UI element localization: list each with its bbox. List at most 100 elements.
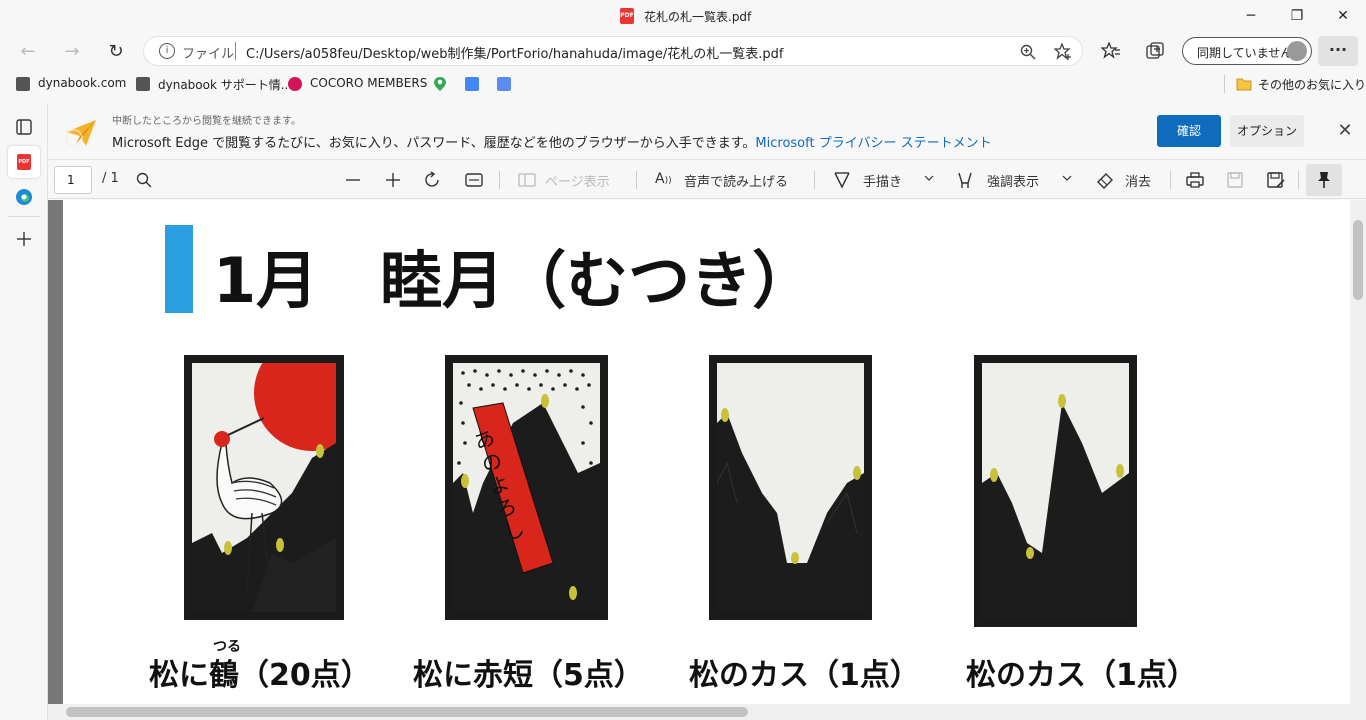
- edge-icon[interactable]: [15, 188, 33, 206]
- favorites-bar: dynabook.com dynabook サポート情... COCORO ME…: [0, 70, 1366, 98]
- tab-pdf-active[interactable]: PDF: [8, 146, 40, 178]
- rotate-icon[interactable]: [424, 171, 442, 189]
- cocoro-icon: [288, 77, 302, 91]
- heading-accent-bar: [165, 225, 193, 313]
- address-url[interactable]: C:/Users/a058feu/Desktop/web制作集/PortFori…: [246, 43, 783, 62]
- sidebar-divider: [8, 216, 40, 217]
- pdf-page: 1月 睦月（むつき） あのよろし つる 松に鶴（20点） 松に赤短（5点） 松の…: [63, 200, 1350, 704]
- dynabook-support-icon: [136, 77, 150, 91]
- tab-actions-icon[interactable]: [15, 118, 33, 136]
- search-icon[interactable]: [136, 172, 152, 188]
- zoom-icon[interactable]: [1020, 44, 1036, 60]
- settings-more-button[interactable]: ···: [1318, 36, 1358, 66]
- card-red-ribbon: あのよろし: [445, 355, 608, 620]
- info-main-message: Microsoft Edge で閲覧するたびに、お気に入り、パスワード、履歴など…: [112, 136, 756, 151]
- folder-icon: [1236, 78, 1252, 91]
- address-scheme: ファイル: [182, 47, 235, 62]
- toolbar-divider: [499, 171, 500, 189]
- sync-label: 同期していません: [1197, 46, 1293, 60]
- forward-button[interactable]: →: [58, 38, 86, 66]
- horizontal-scroll-thumb[interactable]: [66, 707, 748, 717]
- zoom-in-icon[interactable]: [385, 172, 401, 188]
- read-aloud-icon: A)): [655, 171, 672, 187]
- info-icon[interactable]: i: [159, 43, 175, 59]
- other-favorites[interactable]: その他のお気に入り: [1258, 76, 1366, 93]
- save-icon[interactable]: [1227, 171, 1243, 189]
- close-infobar-icon[interactable]: ✕: [1334, 120, 1356, 142]
- toolbar-divider: [636, 171, 637, 189]
- zoom-out-icon[interactable]: [345, 173, 361, 187]
- vertical-scroll-thumb[interactable]: [1353, 220, 1363, 300]
- reload-button[interactable]: ↻: [102, 38, 130, 66]
- card-ribbon-image: あのよろし: [453, 363, 600, 612]
- page-heading: 1月 睦月（むつき）: [213, 244, 815, 317]
- window-title: 花札の札一覧表.pdf: [644, 10, 752, 24]
- draw-icon: [834, 172, 850, 189]
- page-view-button[interactable]: ページ表示: [545, 171, 610, 190]
- minimize-button[interactable]: ─: [1228, 0, 1274, 32]
- toolbar-divider: [1170, 171, 1171, 189]
- favorite-cocoro-members[interactable]: COCORO MEMBERS: [310, 76, 427, 90]
- confirm-button[interactable]: 確認: [1157, 115, 1221, 147]
- vertical-scrollbar[interactable]: [1350, 200, 1366, 720]
- card-name-crane: 松に鶴（20点）: [149, 658, 371, 693]
- close-window-button[interactable]: ✕: [1320, 0, 1366, 32]
- toolbar-divider: [814, 171, 815, 189]
- page-view-icon: [518, 173, 536, 187]
- address-divider: [235, 42, 236, 60]
- card-name-ribbon: 松に赤短（5点）: [413, 658, 644, 693]
- back-button[interactable]: ←: [14, 38, 42, 66]
- title-bar: PDF 花札の札一覧表.pdf ─ ❐ ✕: [0, 0, 1366, 32]
- google-translate-icon[interactable]: [497, 77, 511, 91]
- new-tab-plus-icon[interactable]: [15, 230, 33, 248]
- collections-icon[interactable]: [1145, 41, 1165, 61]
- read-aloud-button[interactable]: 音声で読み上げる: [684, 171, 788, 190]
- page-total: / 1: [102, 171, 119, 186]
- save-as-icon[interactable]: [1267, 171, 1285, 189]
- erase-button[interactable]: 消去: [1125, 171, 1151, 190]
- draw-button[interactable]: 手描き: [863, 171, 902, 190]
- pdf-toolbar: 1 / 1 ページ表示 A)) 音声で読み上げる 手描き 強調表示 消去: [48, 161, 1366, 199]
- card-name-plain-2: 松のカス（1点）: [966, 658, 1197, 693]
- pdf-tab-icon: PDF: [17, 154, 31, 170]
- draw-chevron-down-icon[interactable]: [924, 175, 934, 183]
- google-slides-icon[interactable]: [465, 77, 479, 91]
- print-icon[interactable]: [1186, 171, 1204, 189]
- pdf-document-area: 1月 睦月（むつき） あのよろし つる 松に鶴（20点） 松に赤短（5点） 松の…: [48, 200, 1350, 704]
- toolbar-divider: [1298, 171, 1299, 189]
- info-main-text: Microsoft Edge で閲覧するたびに、お気に入り、パスワード、履歴など…: [112, 132, 992, 151]
- add-favorite-icon[interactable]: [1054, 43, 1072, 61]
- pin-toolbar-button[interactable]: [1306, 164, 1342, 196]
- pin-icon: [1318, 172, 1330, 188]
- favorites-icon[interactable]: [1101, 42, 1121, 60]
- highlight-chevron-down-icon[interactable]: [1062, 175, 1072, 183]
- favorite-dynabook[interactable]: dynabook.com: [38, 76, 126, 90]
- favorites-divider: [1224, 75, 1225, 93]
- card-name-plain-1: 松のカス（1点）: [689, 658, 920, 693]
- horizontal-scrollbar[interactable]: [48, 704, 1350, 720]
- info-small-text: 中断したところから閲覧を継続できます。: [112, 116, 301, 127]
- card-crane: [184, 355, 344, 620]
- address-bar[interactable]: i ファイル C:/Users/a058feu/Desktop/web制作集/P…: [143, 36, 1083, 66]
- navigation-bar: ← → ↻ i ファイル C:/Users/a058feu/Desktop/we…: [0, 32, 1366, 70]
- dynabook-icon: [16, 77, 30, 91]
- page-number-input[interactable]: 1: [54, 166, 92, 194]
- fit-width-icon[interactable]: [465, 172, 483, 188]
- maps-icon[interactable]: [433, 76, 447, 92]
- card-plain-2-image: [982, 363, 1129, 619]
- options-button[interactable]: オプション: [1230, 115, 1304, 147]
- import-infobar: 中断したところから閲覧を継続できます。 Microsoft Edge で閲覧する…: [48, 104, 1366, 160]
- card-plain-2: [974, 355, 1137, 627]
- favorite-dynabook-support[interactable]: dynabook サポート情...: [158, 76, 292, 93]
- privacy-statement-link[interactable]: Microsoft プライバシー ステートメント: [755, 136, 991, 151]
- eraser-icon: [1097, 173, 1113, 189]
- card-plain-1-image: [717, 363, 864, 612]
- pdf-file-icon: PDF: [620, 8, 634, 24]
- avatar: [1287, 41, 1307, 61]
- profile-sync-button[interactable]: 同期していません: [1182, 37, 1312, 65]
- highlight-icon: [958, 172, 972, 188]
- restore-button[interactable]: ❐: [1274, 0, 1320, 32]
- highlight-button[interactable]: 強調表示: [987, 171, 1039, 190]
- card-plain-1: [709, 355, 872, 620]
- card-crane-image: [192, 363, 336, 612]
